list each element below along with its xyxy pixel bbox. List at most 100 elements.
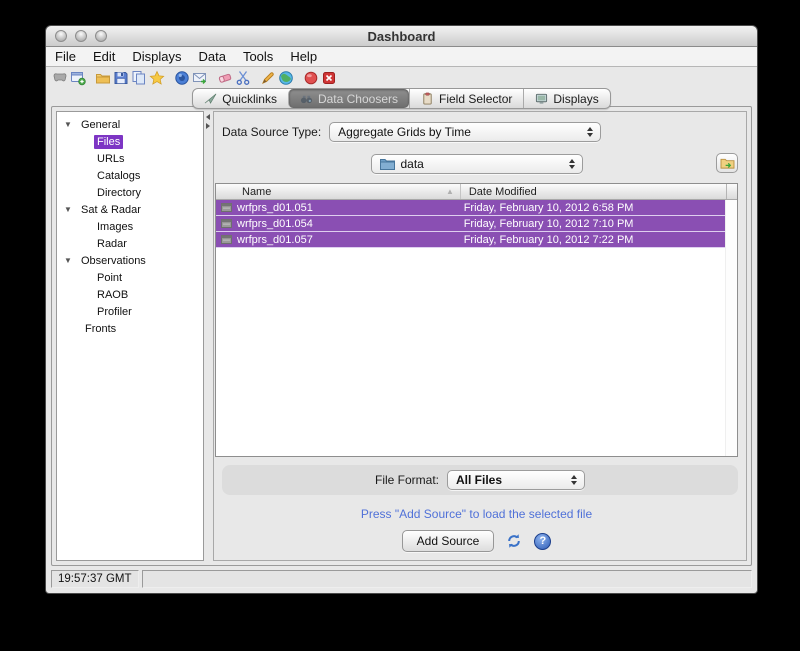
disclosure-triangle-icon[interactable]: ▼	[64, 205, 74, 214]
file-format-select[interactable]: All Files	[447, 470, 585, 490]
view-tabs: Quicklinks Data Choosers Field Selector …	[46, 88, 757, 109]
collapse-left-icon[interactable]	[206, 114, 210, 120]
disclosure-triangle-icon[interactable]: ▼	[64, 120, 74, 129]
file-format-value: All Files	[456, 473, 502, 487]
table-row[interactable]: wrfprs_d01.051 Friday, February 10, 2012…	[216, 200, 726, 216]
add-source-button[interactable]: Add Source	[402, 530, 495, 552]
clock-display: 19:57:37 GMT	[51, 570, 139, 588]
toolbar	[46, 67, 757, 88]
status-bar: 19:57:37 GMT	[51, 570, 752, 588]
minimize-window-button[interactable]	[75, 30, 87, 42]
support-mail-icon[interactable]	[191, 69, 209, 86]
data-choosers-icon	[300, 92, 313, 105]
copy-icon[interactable]	[130, 69, 148, 86]
data-choosers-pane: ▼General Files URLs Catalogs Directory ▼…	[51, 106, 752, 566]
file-name-cell: wrfprs_d01.057	[216, 234, 456, 246]
tab-quicklinks[interactable]: Quicklinks	[193, 89, 288, 108]
tree-item-catalogs[interactable]: Catalogs	[57, 167, 203, 184]
desktop-background: Dashboard File Edit Displays Data Tools …	[0, 0, 800, 651]
cut-icon[interactable]	[234, 69, 252, 86]
tree-item-point[interactable]: Point	[57, 269, 203, 286]
save-icon[interactable]	[112, 69, 130, 86]
tab-label: Displays	[553, 92, 598, 106]
tree-item-urls[interactable]: URLs	[57, 150, 203, 167]
file-icon	[221, 203, 232, 212]
file-chooser-panel: Data Source Type: Aggregate Grids by Tim…	[213, 111, 747, 561]
tab-label: Field Selector	[439, 92, 512, 106]
vertical-scrollbar[interactable]	[725, 200, 737, 456]
file-icon	[221, 219, 232, 228]
close-window-button[interactable]	[55, 30, 67, 42]
tab-label: Data Choosers	[318, 92, 398, 106]
directory-value: data	[401, 157, 424, 171]
tree-group-general[interactable]: ▼General	[57, 116, 203, 133]
menu-file[interactable]: File	[55, 49, 76, 64]
file-name-cell: wrfprs_d01.051	[216, 202, 456, 214]
file-format-strip: File Format: All Files	[222, 465, 738, 495]
tree-group-sat-radar[interactable]: ▼Sat & Radar	[57, 201, 203, 218]
date-modified-cell: Friday, February 10, 2012 7:10 PM	[456, 218, 726, 230]
dashboard-icon[interactable]	[51, 69, 69, 86]
directory-select[interactable]: data	[371, 154, 583, 174]
tree-item-radar[interactable]: Radar	[57, 235, 203, 252]
dashboard-window: Dashboard File Edit Displays Data Tools …	[45, 25, 758, 594]
disclosure-triangle-icon[interactable]: ▼	[64, 256, 74, 265]
menu-bar: File Edit Displays Data Tools Help	[46, 47, 757, 67]
file-format-label: File Format:	[375, 473, 439, 487]
date-modified-cell: Friday, February 10, 2012 7:22 PM	[456, 234, 726, 246]
scrollbar-corner	[726, 184, 737, 199]
edit-pencil-icon[interactable]	[259, 69, 277, 86]
zoom-window-button[interactable]	[95, 30, 107, 42]
refresh-icon	[505, 532, 523, 550]
table-header: Name ▲ Date Modified	[216, 184, 737, 200]
help-button[interactable]: ?	[534, 533, 551, 550]
new-window-icon[interactable]	[69, 69, 87, 86]
menu-data[interactable]: Data	[198, 49, 225, 64]
tab-displays[interactable]: Displays	[523, 89, 609, 108]
tree-item-fronts[interactable]: Fronts	[57, 320, 203, 337]
data-source-type-select[interactable]: Aggregate Grids by Time	[329, 122, 601, 142]
tree-item-profiler[interactable]: Profiler	[57, 303, 203, 320]
file-name-cell: wrfprs_d01.054	[216, 218, 456, 230]
table-body: wrfprs_d01.051 Friday, February 10, 2012…	[216, 200, 737, 456]
table-row[interactable]: wrfprs_d01.054 Friday, February 10, 2012…	[216, 216, 726, 232]
field-selector-icon	[421, 92, 434, 105]
quicklinks-icon	[204, 92, 217, 105]
folder-up-icon	[720, 157, 735, 170]
sort-ascending-icon: ▲	[446, 187, 454, 196]
status-hint: Press "Add Source" to load the selected …	[215, 507, 738, 521]
table-row[interactable]: wrfprs_d01.057 Friday, February 10, 2012…	[216, 232, 726, 248]
favorites-star-icon[interactable]	[148, 69, 166, 86]
tree-item-directory[interactable]: Directory	[57, 184, 203, 201]
folder-icon	[380, 158, 395, 170]
refresh-button[interactable]	[505, 532, 523, 550]
info-icon[interactable]	[173, 69, 191, 86]
files-table: Name ▲ Date Modified wrfprs_d01.051	[215, 183, 738, 457]
tab-field-selector[interactable]: Field Selector	[409, 89, 523, 108]
displays-icon	[535, 92, 548, 105]
tree-item-files[interactable]: Files	[57, 133, 203, 150]
menu-displays[interactable]: Displays	[132, 49, 181, 64]
column-header-name[interactable]: Name ▲	[216, 184, 461, 199]
traffic-lights	[55, 30, 107, 42]
tree-item-raob[interactable]: RAOB	[57, 286, 203, 303]
stop-icon[interactable]	[320, 69, 338, 86]
popup-arrows-icon	[571, 475, 577, 485]
tab-label: Quicklinks	[222, 92, 277, 106]
splitter-divider[interactable]	[204, 111, 213, 561]
tree-group-observations[interactable]: ▼Observations	[57, 252, 203, 269]
collapse-right-icon[interactable]	[206, 123, 210, 129]
open-folder-icon[interactable]	[94, 69, 112, 86]
up-directory-button[interactable]	[716, 153, 738, 173]
eraser-icon[interactable]	[216, 69, 234, 86]
menu-tools[interactable]: Tools	[243, 49, 273, 64]
popup-arrows-icon	[569, 159, 575, 169]
tab-data-choosers[interactable]: Data Choosers	[288, 89, 409, 108]
menu-help[interactable]: Help	[290, 49, 317, 64]
column-header-date-modified[interactable]: Date Modified	[461, 184, 726, 199]
window-title: Dashboard	[368, 29, 436, 44]
globe-icon[interactable]	[277, 69, 295, 86]
menu-edit[interactable]: Edit	[93, 49, 115, 64]
record-icon[interactable]	[302, 69, 320, 86]
tree-item-images[interactable]: Images	[57, 218, 203, 235]
